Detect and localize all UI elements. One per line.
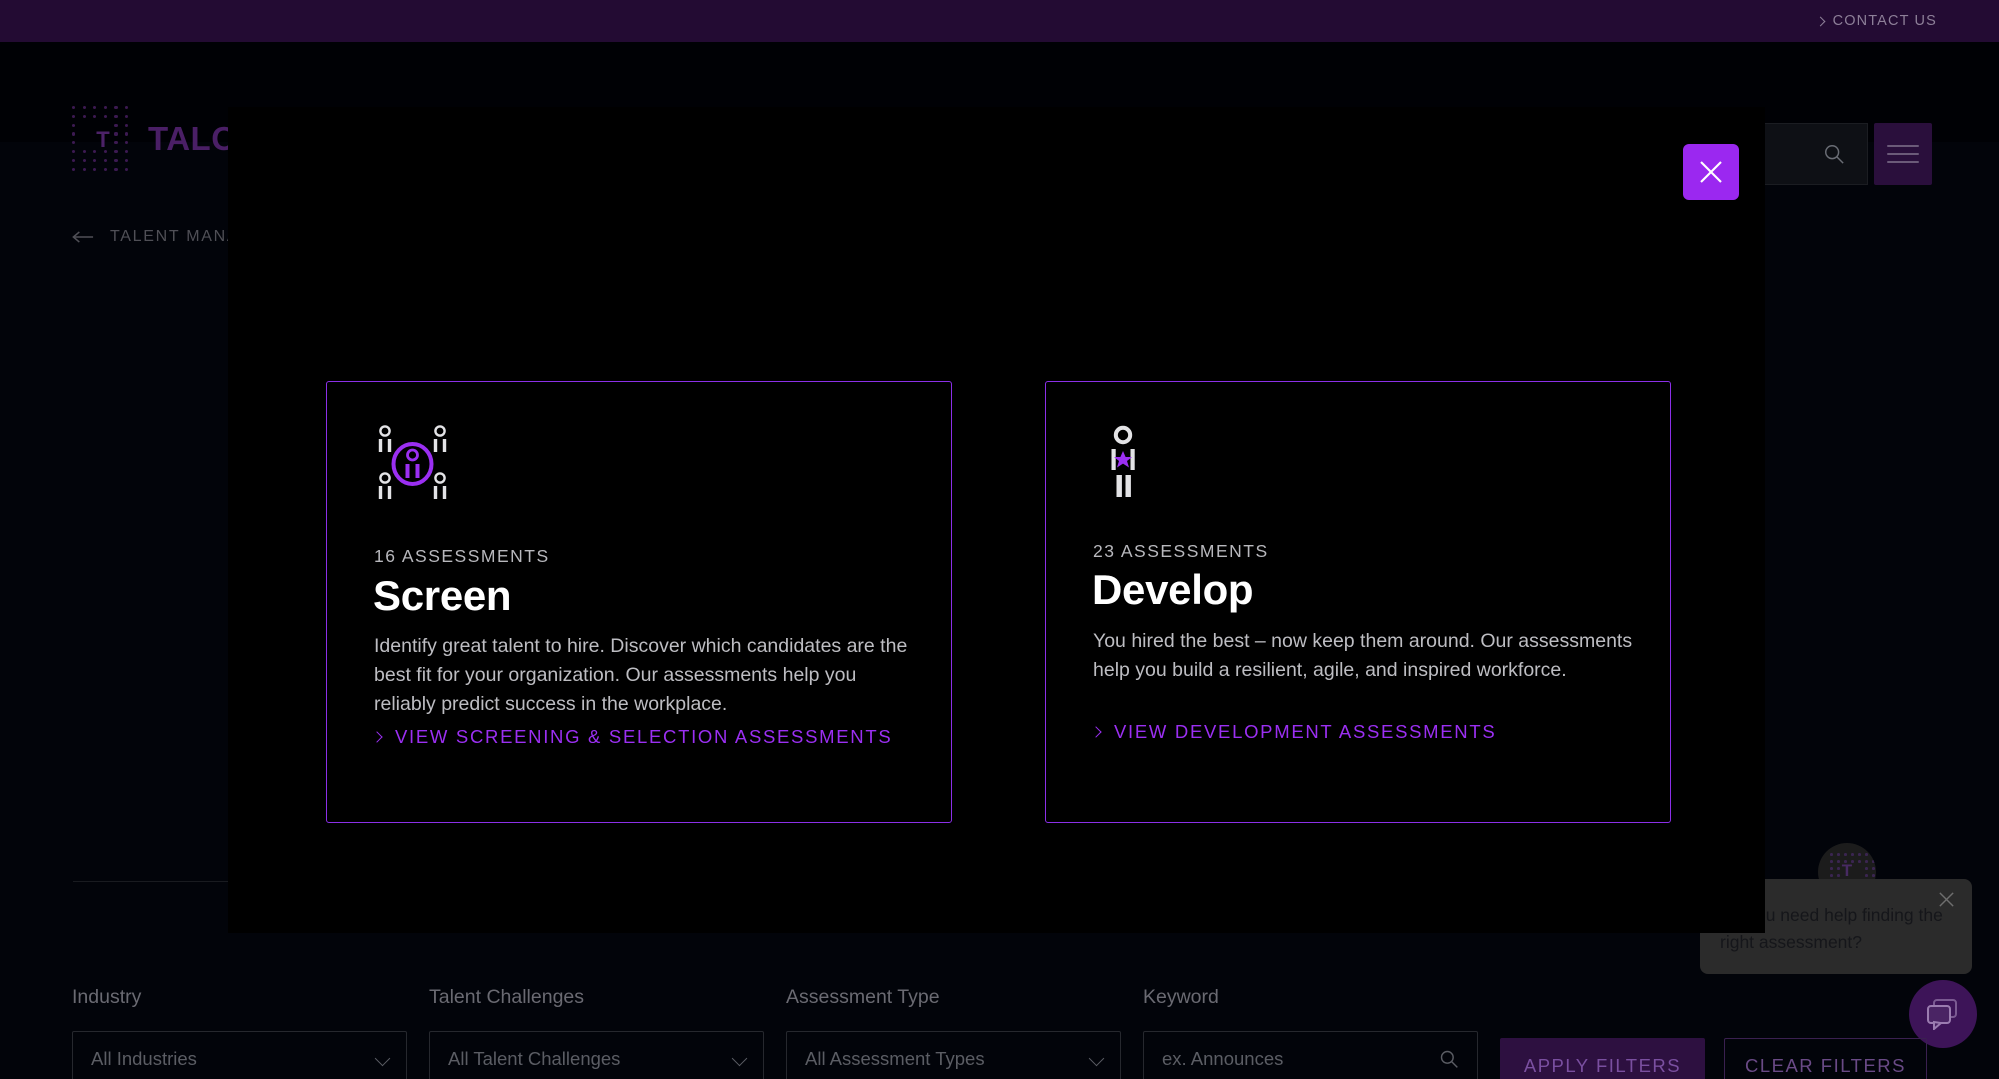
card-description: Identify great talent to hire. Discover … — [374, 635, 908, 715]
apply-filters-label: APPLY FILTERS — [1523, 1055, 1682, 1076]
filter-industry: Industry All Industries — [72, 986, 407, 1079]
industry-value: All Industries — [91, 1048, 197, 1069]
talent-challenges-value: All Talent Challenges — [448, 1048, 621, 1069]
assessment-count: 16 ASSESSMENTS — [374, 546, 550, 566]
hamburger-bar — [1887, 145, 1919, 148]
cta-label: VIEW DEVELOPMENT ASSESSMENTS — [1114, 721, 1497, 742]
filter-assessment-type: Assessment Type All Assessment Types — [786, 986, 1121, 1079]
apply-filters-button[interactable]: APPLY FILTERS — [1500, 1038, 1705, 1079]
card-title: Develop — [1092, 566, 1254, 613]
industry-select[interactable]: All Industries — [72, 1031, 407, 1079]
search-icon[interactable] — [1439, 1049, 1459, 1069]
keyword-placeholder: ex. Announces — [1162, 1048, 1284, 1069]
chevron-down-icon — [731, 1050, 748, 1067]
close-icon — [1700, 161, 1722, 183]
hamburger-bar — [1887, 161, 1919, 164]
page-root: CONTACT US T TALOGY English Search — [0, 0, 1999, 1079]
chevron-right-icon — [1090, 726, 1102, 738]
contact-us-link[interactable]: CONTACT US — [1815, 0, 1937, 42]
modal-close-button[interactable] — [1683, 144, 1739, 200]
filter-label: Industry — [72, 986, 142, 1008]
keyword-input[interactable]: ex. Announces — [1143, 1031, 1478, 1079]
card-title: Screen — [373, 572, 512, 619]
clear-filters-label: CLEAR FILTERS — [1744, 1055, 1907, 1076]
talent-challenges-select[interactable]: All Talent Challenges — [429, 1031, 764, 1079]
assessment-card-develop[interactable]: 23 ASSESSMENTS Develop You hired the bes… — [1045, 381, 1671, 823]
assessment-type-value: All Assessment Types — [805, 1048, 985, 1069]
filter-keyword: Keyword ex. Announces — [1143, 986, 1478, 1079]
logo-t-mark: T — [96, 127, 110, 152]
chevron-right-icon — [1815, 16, 1826, 26]
card-description: You hired the best – now keep them aroun… — [1093, 630, 1633, 681]
view-development-assessments-link[interactable]: VIEW DEVELOPMENT ASSESSMENTS — [1090, 721, 1497, 743]
arrow-left-icon — [72, 231, 94, 243]
chevron-down-icon — [374, 1050, 391, 1067]
cta-label: VIEW SCREENING & SELECTION ASSESSMENTS — [395, 726, 893, 747]
filter-talent-challenges: Talent Challenges All Talent Challenges — [429, 986, 764, 1079]
clear-filters-button[interactable]: CLEAR FILTERS — [1724, 1038, 1927, 1079]
contact-us-label: CONTACT US — [1832, 13, 1937, 29]
filter-label: Keyword — [1143, 986, 1219, 1008]
search-icon[interactable] — [1823, 143, 1845, 165]
filter-bar: Industry All Industries Talent Challenge… — [0, 986, 1999, 1079]
assessment-count: 23 ASSESSMENTS — [1093, 541, 1269, 561]
view-screening-selection-assessments-link[interactable]: VIEW SCREENING & SELECTION ASSESSMENTS — [371, 726, 893, 748]
close-icon[interactable] — [1937, 890, 1956, 909]
chevron-right-icon — [371, 731, 383, 743]
chat-avatar-mark: T — [1841, 861, 1853, 880]
assessment-type-select[interactable]: All Assessment Types — [786, 1031, 1121, 1079]
group-people-highlight-icon — [374, 424, 454, 504]
filter-label: Assessment Type — [786, 986, 940, 1008]
top-utility-bar: CONTACT US — [0, 0, 1999, 42]
breadcrumb[interactable]: TALENT MANAG — [72, 228, 253, 246]
person-star-icon — [1093, 424, 1173, 504]
assessment-card-screen[interactable]: 16 ASSESSMENTS Screen Identify great tal… — [326, 381, 952, 823]
hamburger-menu-button[interactable] — [1874, 123, 1932, 185]
chevron-down-icon — [1088, 1050, 1105, 1067]
filter-label: Talent Challenges — [429, 986, 585, 1008]
hamburger-bar — [1887, 153, 1919, 156]
